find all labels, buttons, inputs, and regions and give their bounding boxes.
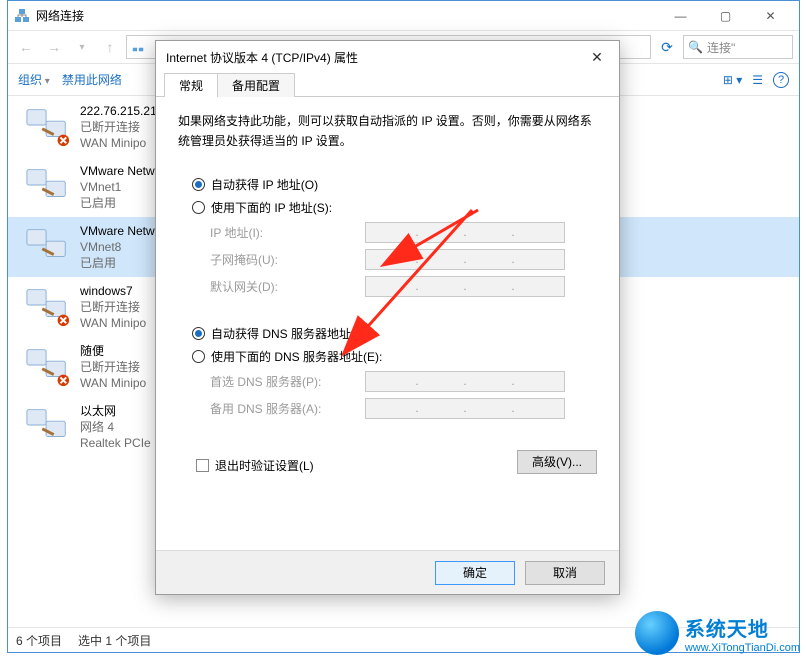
radio-dot-icon (192, 178, 205, 191)
radio-auto-dns-label: 自动获得 DNS 服务器地址(B) (211, 325, 367, 342)
connection-name: windows7 (80, 283, 146, 299)
ipv4-properties-dialog: Internet 协议版本 4 (TCP/IPv4) 属性 ✕ 常规 备用配置 … (155, 40, 620, 595)
connection-disconnected-icon (24, 101, 72, 149)
selection-count: 选中 1 个项目 (78, 632, 151, 649)
connection-status: 已启用 (80, 195, 155, 211)
dialog-titlebar: Internet 协议版本 4 (TCP/IPv4) 属性 ✕ (156, 41, 619, 73)
connection-name: 222.76.215.21 (80, 103, 157, 119)
nav-back-button[interactable]: ← (14, 35, 38, 59)
subnet-mask-label: 子网掩码(U): (210, 251, 365, 268)
help-icon[interactable]: ? (773, 72, 789, 88)
radio-manual-dns-label: 使用下面的 DNS 服务器地址(E): (211, 348, 382, 365)
explorer-titlebar: 网络连接 — ▢ ✕ (8, 1, 799, 31)
search-placeholder: 连接" (707, 39, 735, 56)
dialog-title: Internet 协议版本 4 (TCP/IPv4) 属性 (166, 49, 358, 66)
nav-up-button[interactable]: ↑ (98, 35, 122, 59)
ip-address-field: IP 地址(I): ... (210, 222, 597, 243)
dialog-close-button[interactable]: ✕ (585, 45, 609, 69)
gateway-field: 默认网关(D): ... (210, 276, 597, 297)
minimize-button[interactable]: — (658, 2, 703, 30)
radio-manual-ip-label: 使用下面的 IP 地址(S): (211, 199, 332, 216)
validate-on-exit-label: 退出时验证设置(L) (215, 457, 314, 474)
watermark-title: 系统天地 (685, 613, 800, 642)
disable-device-menu[interactable]: 禁用此网络 (62, 71, 122, 88)
connection-device: WAN Minipo (80, 375, 146, 391)
tab-general[interactable]: 常规 (164, 73, 218, 97)
item-count: 6 个项目 (16, 632, 62, 649)
nav-forward-button[interactable]: → (42, 35, 66, 59)
subnet-mask-field: 子网掩码(U): ... (210, 249, 597, 270)
connection-enabled-icon (24, 221, 72, 269)
cancel-button[interactable]: 取消 (525, 561, 605, 585)
preferred-dns-input: ... (365, 371, 565, 392)
alternate-dns-field: 备用 DNS 服务器(A): ... (210, 398, 597, 419)
preferred-dns-label: 首选 DNS 服务器(P): (210, 373, 365, 390)
connection-status: 已断开连接 (80, 359, 146, 375)
ethernet-icon (24, 401, 72, 449)
connection-device: WAN Minipo (80, 315, 146, 331)
connection-name: 随便 (80, 343, 146, 359)
gateway-label: 默认网关(D): (210, 278, 365, 295)
radio-dot-icon (192, 350, 205, 363)
connection-status: 已断开连接 (80, 119, 157, 135)
radio-auto-dns[interactable]: 自动获得 DNS 服务器地址(B) (192, 325, 597, 342)
radio-dot-icon (192, 327, 205, 340)
dialog-description: 如果网络支持此功能，则可以获取自动指派的 IP 设置。否则，你需要从网络系统管理… (178, 111, 597, 152)
preferred-dns-field: 首选 DNS 服务器(P): ... (210, 371, 597, 392)
connection-status: 已启用 (80, 255, 155, 271)
connection-disconnected-icon (24, 281, 72, 329)
radio-manual-dns[interactable]: 使用下面的 DNS 服务器地址(E): (192, 348, 597, 365)
radio-auto-ip[interactable]: 自动获得 IP 地址(O) (192, 176, 597, 193)
connection-status: 网络 4 (80, 419, 151, 435)
connection-sub: VMnet1 (80, 179, 155, 195)
ip-address-label: IP 地址(I): (210, 224, 365, 241)
explorer-title: 网络连接 (36, 7, 84, 24)
breadcrumb-icon (131, 39, 145, 56)
connection-device: Realtek PCIe (80, 435, 151, 451)
tab-alternate[interactable]: 备用配置 (217, 73, 295, 97)
connection-disconnected-icon (24, 341, 72, 389)
ip-address-input: ... (365, 222, 565, 243)
search-input[interactable]: 🔍 连接" (683, 35, 793, 59)
connection-device: WAN Minipo (80, 135, 157, 151)
radio-dot-icon (192, 201, 205, 214)
nav-history-button[interactable]: ▾ (70, 35, 94, 59)
ok-button[interactable]: 确定 (435, 561, 515, 585)
gateway-input: ... (365, 276, 565, 297)
connection-sub: VMnet8 (80, 239, 155, 255)
watermark-url: www.XiTongTianDi.com (685, 642, 800, 654)
maximize-button[interactable]: ▢ (703, 2, 748, 30)
dialog-footer: 确定 取消 (156, 550, 619, 594)
organize-menu[interactable]: 组织 (18, 71, 50, 88)
alternate-dns-input: ... (365, 398, 565, 419)
subnet-mask-input: ... (365, 249, 565, 270)
connection-name: 以太网 (80, 403, 151, 419)
radio-manual-ip[interactable]: 使用下面的 IP 地址(S): (192, 199, 597, 216)
connection-name: VMware Netw (80, 223, 155, 239)
watermark: 系统天地 www.XiTongTianDi.com (635, 611, 800, 655)
alternate-dns-label: 备用 DNS 服务器(A): (210, 400, 365, 417)
validate-on-exit-checkbox[interactable]: 退出时验证设置(L) (196, 457, 314, 474)
network-connections-icon (14, 8, 30, 24)
connection-status: 已断开连接 (80, 299, 146, 315)
connection-name: VMware Netw (80, 163, 155, 179)
close-button[interactable]: ✕ (748, 2, 793, 30)
dialog-tabs: 常规 备用配置 (156, 73, 619, 97)
search-icon: 🔍 (688, 40, 703, 54)
checkbox-icon (196, 459, 209, 472)
connection-enabled-icon (24, 161, 72, 209)
watermark-globe-icon (635, 611, 679, 655)
dialog-body: 如果网络支持此功能，则可以获取自动指派的 IP 设置。否则，你需要从网络系统管理… (156, 97, 619, 484)
radio-auto-ip-label: 自动获得 IP 地址(O) (211, 176, 318, 193)
advanced-button[interactable]: 高级(V)... (517, 450, 597, 474)
view-toggle-1-icon[interactable]: ⊞ ▾ (723, 73, 742, 87)
refresh-button[interactable]: ⟳ (655, 35, 679, 59)
view-toggle-2-icon[interactable]: ☰ (752, 73, 763, 87)
